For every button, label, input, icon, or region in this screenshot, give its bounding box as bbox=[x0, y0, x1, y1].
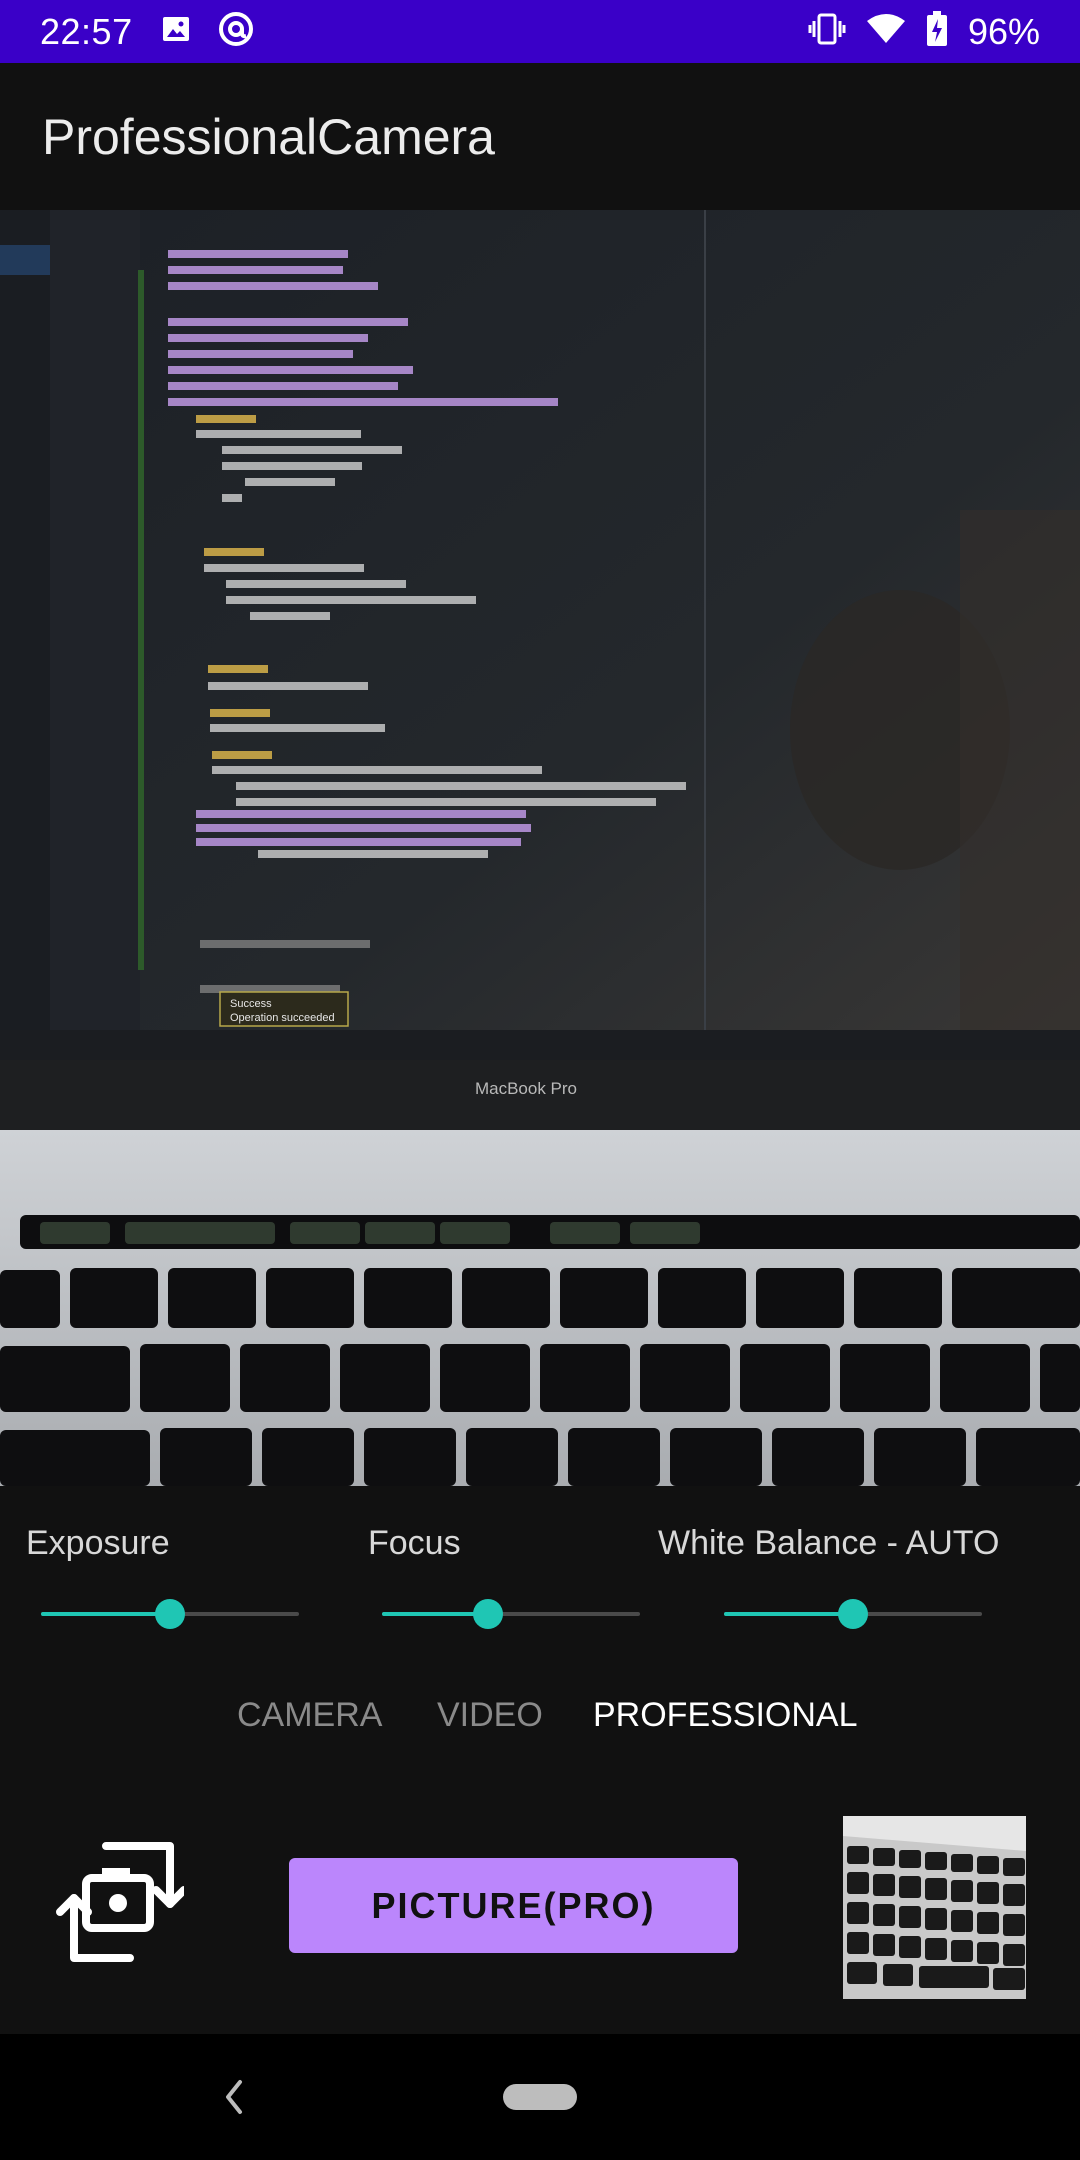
vibrate-icon bbox=[808, 12, 846, 51]
exposure-label: Exposure bbox=[26, 1524, 170, 1562]
pro-controls-panel: Exposure Focus White Balance - AUTO CAME… bbox=[0, 1486, 1080, 2034]
slider-thumb[interactable] bbox=[472, 1599, 503, 1629]
at-sign-icon bbox=[217, 10, 255, 53]
home-pill[interactable] bbox=[503, 2084, 577, 2110]
focus-label: Focus bbox=[368, 1524, 461, 1562]
slider-fill bbox=[382, 1612, 488, 1616]
app-title: ProfessionalCamera bbox=[42, 108, 495, 165]
white-balance-slider[interactable] bbox=[724, 1594, 982, 1634]
app-bar: ProfessionalCamera bbox=[0, 63, 1080, 210]
status-time: 22:57 bbox=[40, 10, 133, 52]
mode-video[interactable]: VIDEO bbox=[437, 1696, 543, 1735]
status-bar: 22:57 96% bbox=[0, 0, 1080, 63]
slider-fill bbox=[724, 1612, 853, 1616]
preview-scene: Success Operation succeeded MacBook Pro bbox=[0, 210, 1080, 1486]
slider-fill bbox=[41, 1612, 170, 1616]
camera-preview[interactable]: Success Operation succeeded MacBook Pro bbox=[0, 210, 1080, 1486]
wifi-icon bbox=[866, 13, 906, 50]
battery-percent: 96% bbox=[967, 10, 1040, 52]
mode-selector: CAMERA VIDEO PROFESSIONAL bbox=[0, 1696, 1080, 1756]
switch-camera-icon[interactable] bbox=[52, 1836, 188, 1968]
white-balance-label: White Balance - AUTO bbox=[658, 1524, 1000, 1562]
toast-title: Success bbox=[230, 998, 272, 1010]
mode-professional[interactable]: PROFESSIONAL bbox=[593, 1696, 858, 1735]
last-photo-thumbnail[interactable] bbox=[843, 1816, 1026, 1999]
slider-thumb[interactable] bbox=[155, 1599, 185, 1629]
take-picture-button[interactable]: PICTURE(PRO) bbox=[289, 1858, 738, 1953]
battery-charging-icon bbox=[926, 11, 948, 52]
toast-message: Operation succeeded bbox=[230, 1012, 335, 1024]
focus-slider[interactable] bbox=[382, 1594, 640, 1634]
laptop-brand-label: MacBook Pro bbox=[475, 1079, 577, 1098]
exposure-slider[interactable] bbox=[41, 1594, 299, 1634]
slider-thumb[interactable] bbox=[838, 1599, 868, 1629]
mode-camera[interactable]: CAMERA bbox=[237, 1696, 382, 1735]
back-icon[interactable] bbox=[218, 2072, 248, 2122]
image-icon bbox=[161, 14, 191, 49]
system-nav-bar bbox=[0, 2034, 1080, 2160]
